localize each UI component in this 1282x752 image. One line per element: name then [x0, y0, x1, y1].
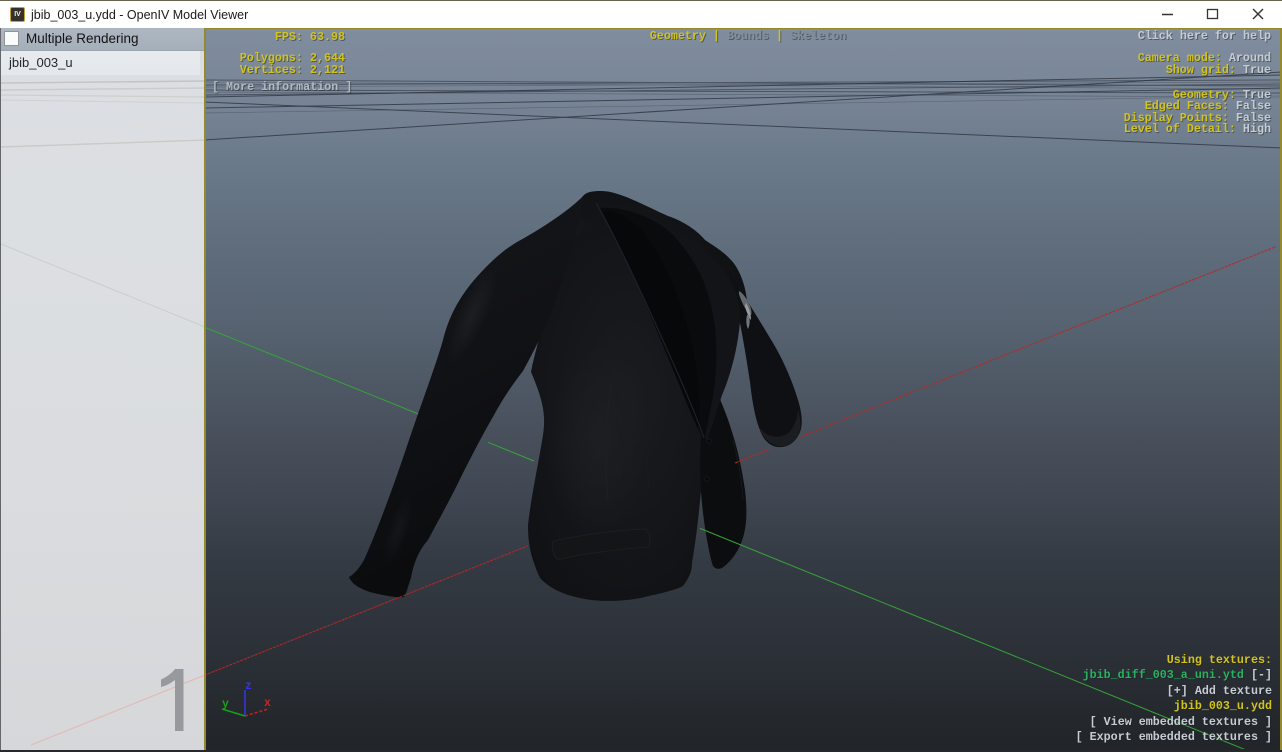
- svg-text:x: x: [264, 697, 271, 710]
- svg-text:y: y: [222, 698, 229, 711]
- svg-text:z: z: [245, 680, 252, 693]
